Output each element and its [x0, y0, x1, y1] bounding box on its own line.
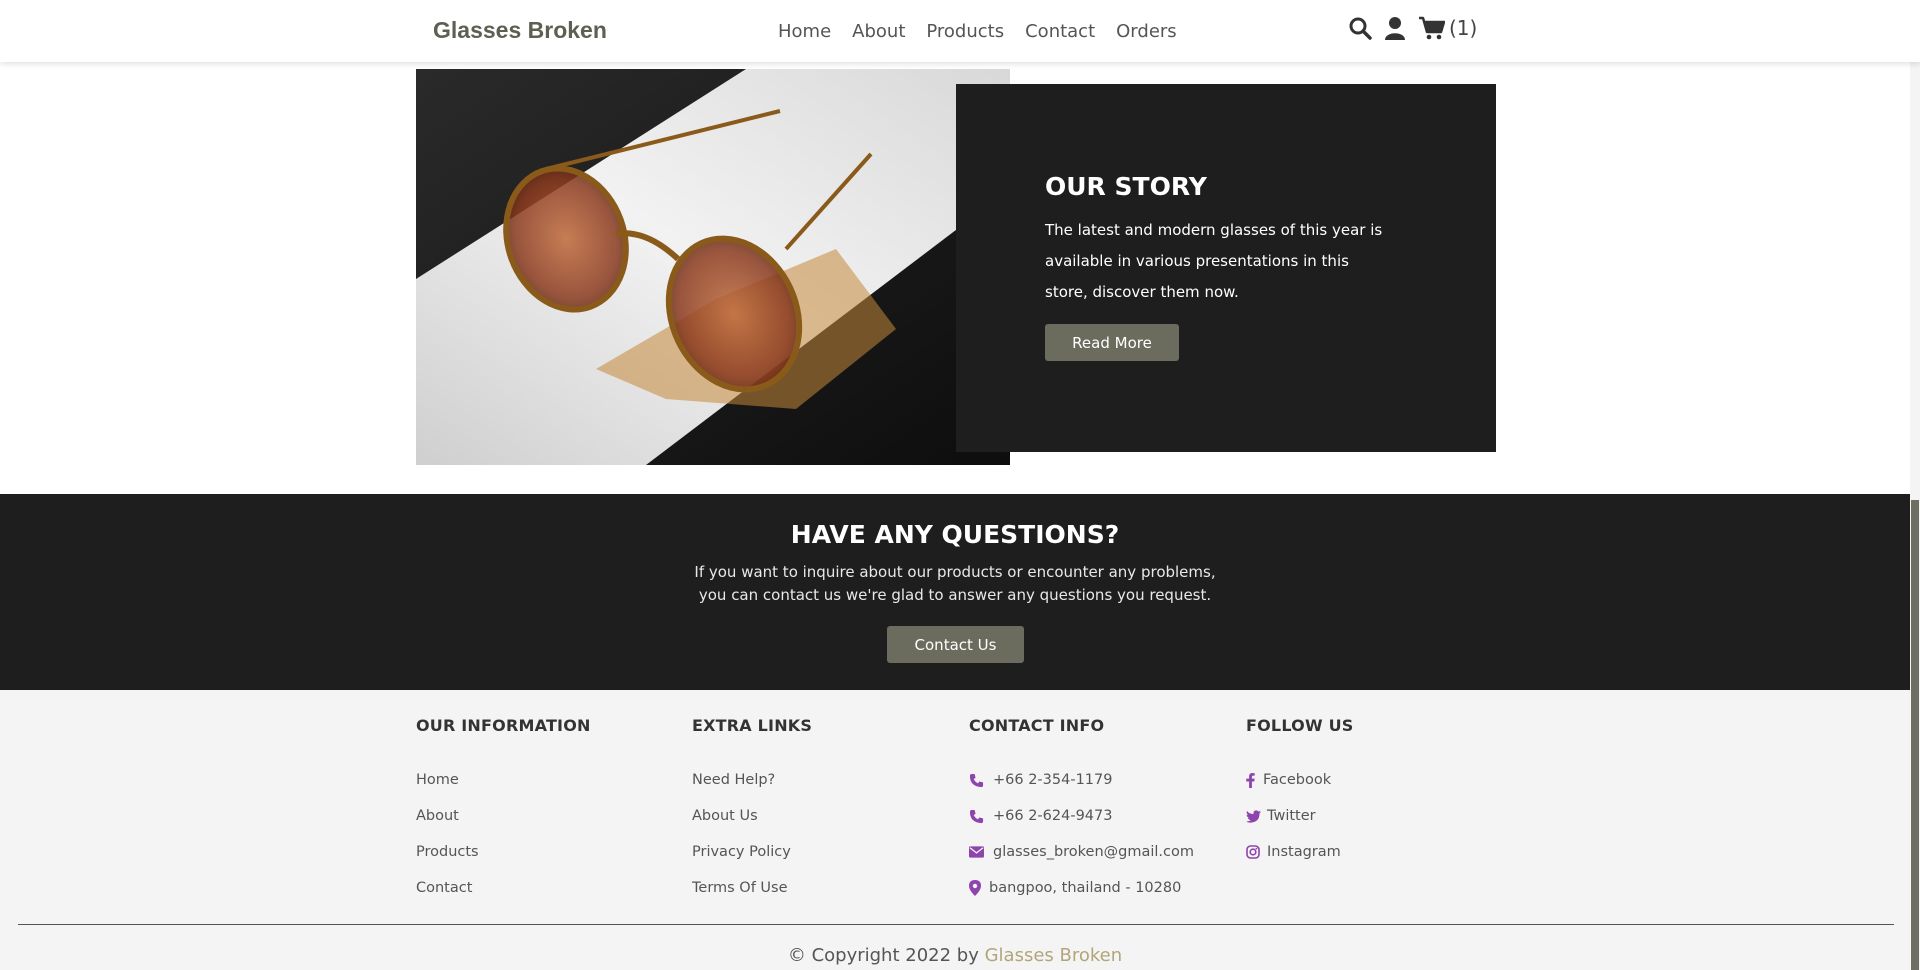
envelope-icon — [969, 846, 989, 858]
follow-instagram[interactable]: Instagram — [1246, 834, 1354, 870]
follow-twitter[interactable]: Twitter — [1246, 798, 1354, 834]
footer-info-title: OUR INFORMATION — [416, 716, 591, 735]
questions-text: If you want to inquire about our product… — [694, 563, 1216, 604]
read-more-button[interactable]: Read More — [1045, 324, 1179, 361]
story-title: OUR STORY — [1045, 172, 1207, 201]
footer-link-need-help[interactable]: Need Help? — [692, 762, 812, 798]
footer-links-title: EXTRA LINKS — [692, 716, 813, 735]
address-text: bangpoo, thailand - 10280 — [989, 880, 1182, 896]
footer-link-privacy-policy[interactable]: Privacy Policy — [692, 834, 812, 870]
facebook-icon — [1246, 772, 1259, 788]
footer-link-home[interactable]: Home — [416, 762, 591, 798]
follow-facebook[interactable]: Facebook — [1246, 762, 1354, 798]
contact-phone-1[interactable]: +66 2-354-1179 — [969, 762, 1194, 798]
twitter-label: Twitter — [1267, 808, 1316, 824]
instagram-label: Instagram — [1267, 844, 1341, 860]
footer-follow-column: FOLLOW US Facebook Twitter Instagram — [1246, 716, 1354, 870]
footer-contact-title: CONTACT INFO — [969, 716, 1105, 735]
questions-section: HAVE ANY QUESTIONS? If you want to inqui… — [0, 494, 1910, 690]
instagram-icon — [1246, 845, 1263, 859]
map-marker-icon — [969, 880, 985, 896]
nav-about[interactable]: About — [852, 20, 905, 44]
twitter-icon — [1246, 809, 1263, 823]
footer-link-about[interactable]: About — [416, 798, 591, 834]
phone-1-text: +66 2-354-1179 — [993, 772, 1113, 788]
cart-count[interactable]: (1) — [1449, 16, 1477, 40]
nav-orders[interactable]: Orders — [1116, 20, 1177, 44]
copyright: © Copyright 2022 by Glasses Broken — [0, 945, 1910, 966]
contact-address: bangpoo, thailand - 10280 — [969, 870, 1194, 906]
search-icon[interactable] — [1348, 16, 1372, 40]
footer-divider — [18, 924, 1894, 925]
nav-products[interactable]: Products — [926, 20, 1004, 44]
user-icon[interactable] — [1384, 16, 1406, 40]
footer-link-terms-of-use[interactable]: Terms Of Use — [692, 870, 812, 906]
sunglasses-image — [416, 69, 1010, 465]
nav-contact[interactable]: Contact — [1025, 20, 1095, 44]
footer-link-products[interactable]: Products — [416, 834, 591, 870]
contact-us-button[interactable]: Contact Us — [887, 626, 1024, 663]
footer-link-about-us[interactable]: About Us — [692, 798, 812, 834]
header-icons: (1) — [1348, 16, 1477, 40]
brand-logo[interactable]: Glasses Broken — [433, 17, 607, 44]
main-nav: Home About Products Contact Orders — [778, 20, 1198, 44]
footer-follow-title: FOLLOW US — [1246, 716, 1354, 735]
nav-home[interactable]: Home — [778, 20, 831, 44]
footer-links-column: EXTRA LINKS Need Help? About Us Privacy … — [692, 716, 812, 906]
footer-contact-column: CONTACT INFO +66 2-354-1179 +66 2-624-94… — [969, 716, 1194, 906]
story-text: The latest and modern glasses of this ye… — [1045, 221, 1383, 301]
email-text: glasses_broken@gmail.com — [993, 844, 1195, 860]
footer-link-contact[interactable]: Contact — [416, 870, 591, 906]
questions-title: HAVE ANY QUESTIONS? — [790, 520, 1120, 549]
phone-2-text: +66 2-624-9473 — [993, 808, 1113, 824]
footer-info-column: OUR INFORMATION Home About Products Cont… — [416, 716, 591, 906]
story-panel: OUR STORY The latest and modern glasses … — [956, 84, 1496, 452]
scrollbar-thumb[interactable] — [1911, 500, 1919, 970]
cart-icon[interactable] — [1418, 16, 1446, 40]
phone-icon — [969, 809, 989, 824]
contact-email[interactable]: glasses_broken@gmail.com — [969, 834, 1194, 870]
phone-icon — [969, 773, 989, 788]
copyright-text: © Copyright 2022 by — [787, 945, 979, 966]
site-header: Glasses Broken Home About Products Conta… — [0, 0, 1920, 62]
site-footer: OUR INFORMATION Home About Products Cont… — [0, 690, 1910, 970]
copyright-brand-link[interactable]: Glasses Broken — [985, 945, 1123, 966]
contact-phone-2[interactable]: +66 2-624-9473 — [969, 798, 1194, 834]
facebook-label: Facebook — [1263, 772, 1332, 788]
